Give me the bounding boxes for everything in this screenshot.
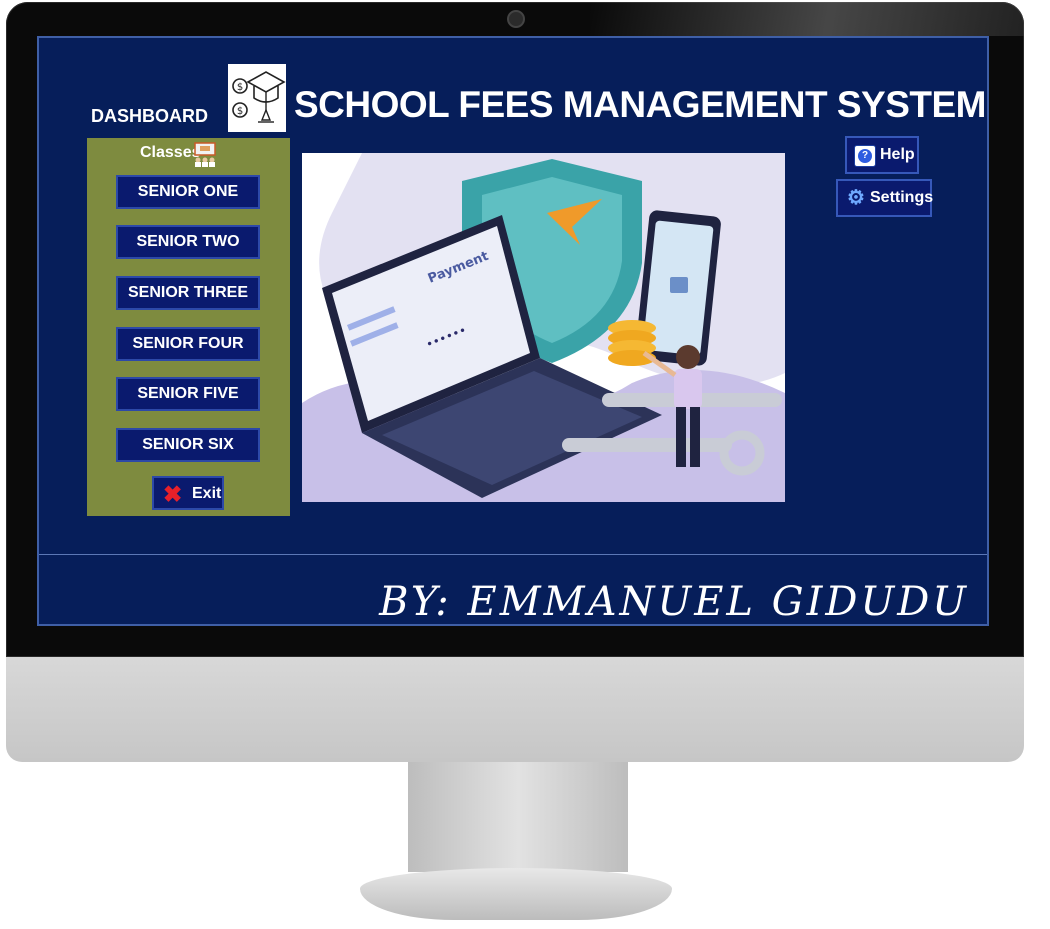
footer-bar: BY: EMMANUEL GIDUDU	[39, 554, 987, 627]
svg-text:$: $	[237, 82, 243, 93]
page-title: SCHOOL FEES MANAGEMENT SYSTEM	[294, 84, 987, 125]
close-icon: ✖	[163, 481, 183, 507]
gear-icon: ⚙	[847, 187, 865, 209]
classroom-icon	[192, 142, 218, 168]
exit-button[interactable]: ✖ Exit	[152, 476, 224, 510]
payment-security-illustration: Payment ••••••	[302, 153, 785, 502]
webcam	[507, 10, 525, 28]
monitor-stand-base	[360, 868, 672, 920]
help-button[interactable]: ? Help	[845, 136, 919, 174]
help-label: Help	[880, 146, 915, 163]
settings-button[interactable]: ⚙ Settings	[836, 179, 934, 217]
dashboard-label: DASHBOARD	[91, 106, 208, 126]
money-graduation-cap-icon: $ $	[228, 64, 286, 132]
monitor-chin	[6, 657, 1024, 762]
senior-three-button[interactable]: SENIOR THREE	[116, 276, 260, 310]
exit-label: Exit	[192, 485, 222, 502]
senior-two-button[interactable]: SENIOR TWO	[116, 225, 260, 259]
settings-label: Settings	[870, 189, 934, 206]
author-signature: BY: EMMANUEL GIDUDU	[379, 579, 969, 625]
classes-panel: Classes SENIOR ONE SENIOR TWO SENIOR THR…	[87, 138, 290, 516]
monitor-stand-neck	[408, 762, 628, 872]
app-window: DASHBOARD $ $ SCHOOL FEES MANAGEMENT SYS…	[37, 36, 989, 626]
bezel-reflection	[590, 2, 1024, 36]
question-icon: ?	[854, 145, 876, 167]
svg-text:$: $	[237, 106, 243, 117]
senior-five-button[interactable]: SENIOR FIVE	[116, 377, 260, 411]
senior-six-button[interactable]: SENIOR SIX	[116, 428, 260, 462]
senior-four-button[interactable]: SENIOR FOUR	[116, 327, 260, 361]
senior-one-button[interactable]: SENIOR ONE	[116, 175, 260, 209]
